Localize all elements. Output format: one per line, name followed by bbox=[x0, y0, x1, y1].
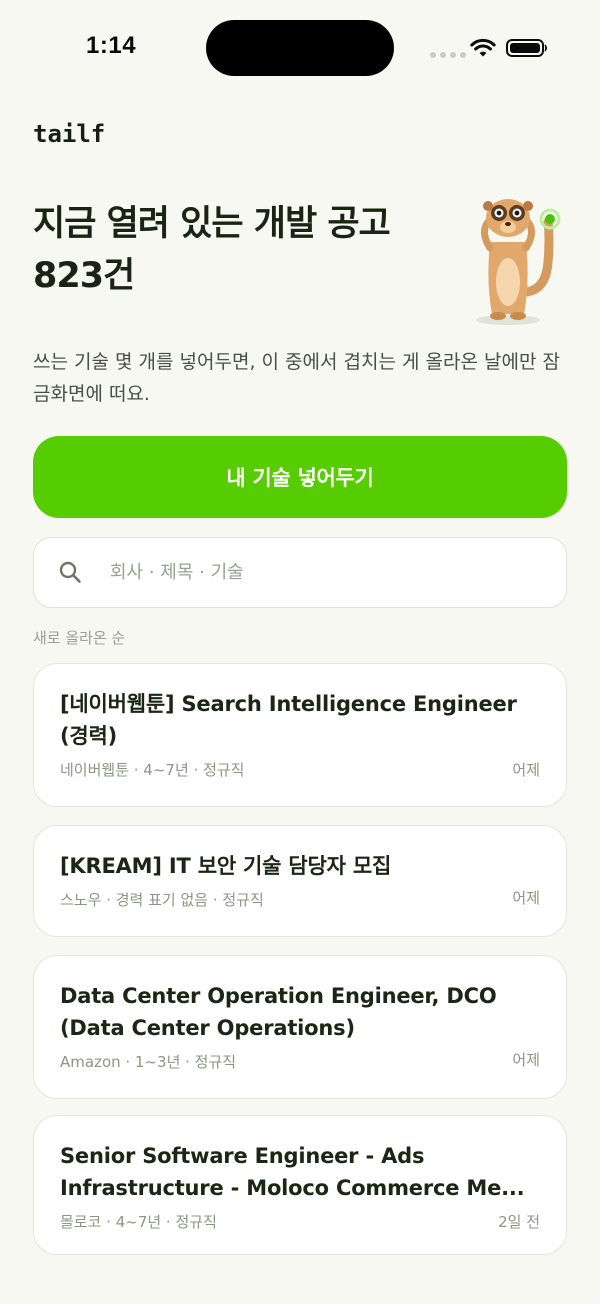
dynamic-island bbox=[206, 20, 394, 76]
hero-description: 쓰는 기술 몇 개를 넣어두면, 이 중에서 겹치는 게 올라온 날에만 잠금화… bbox=[33, 351, 560, 405]
add-my-skills-button[interactable]: 내 기술 넣어두기 bbox=[33, 436, 567, 518]
job-card[interactable]: Data Center Operation Engineer, DCO (Dat… bbox=[33, 955, 567, 1099]
status-bar: 1:14 bbox=[0, 0, 600, 96]
sort-order-label[interactable]: 새로 올라온 순 bbox=[33, 627, 125, 648]
job-title: [네이버웹툰] Search Intelligence Engineer (경력… bbox=[60, 692, 517, 748]
meerkat-mascot-icon bbox=[476, 199, 561, 325]
job-card[interactable]: Senior Software Engineer - Ads Infrastru… bbox=[33, 1115, 567, 1255]
job-meta: 네이버웹툰 · 4~7년 · 정규직 bbox=[60, 761, 245, 779]
job-meta: Amazon · 1~3년 · 정규직 bbox=[60, 1053, 237, 1071]
app-logo[interactable]: tailf bbox=[33, 120, 105, 148]
job-count: 823건 bbox=[33, 256, 135, 296]
job-posted-date: 2일 전 bbox=[498, 1213, 540, 1231]
wifi-icon bbox=[470, 38, 496, 57]
job-meta: 몰로코 · 4~7년 · 정규직 bbox=[60, 1213, 217, 1231]
job-meta: 스노우 · 경력 표기 없음 · 정규직 bbox=[60, 891, 264, 909]
page-title: 지금 열려 있는 개발 공고 823건 bbox=[33, 198, 453, 302]
job-title: Senior Software Engineer - Ads Infrastru… bbox=[60, 1144, 525, 1200]
job-title: Data Center Operation Engineer, DCO (Dat… bbox=[60, 984, 497, 1040]
search-box[interactable] bbox=[33, 537, 567, 608]
headline-text: 지금 열려 있는 개발 공고 bbox=[33, 204, 391, 244]
status-time: 1:14 bbox=[86, 32, 137, 59]
cellular-signal-icon bbox=[430, 52, 466, 58]
job-posted-date: 어제 bbox=[512, 761, 540, 779]
job-card[interactable]: [KREAM] IT 보안 기술 담당자 모집 스노우 · 경력 표기 없음 ·… bbox=[33, 825, 567, 937]
search-icon bbox=[59, 561, 81, 583]
job-posted-date: 어제 bbox=[512, 1051, 540, 1069]
battery-icon bbox=[506, 39, 547, 57]
job-title: [KREAM] IT 보안 기술 담당자 모집 bbox=[60, 854, 392, 878]
job-card[interactable]: [네이버웹툰] Search Intelligence Engineer (경력… bbox=[33, 663, 567, 807]
search-input[interactable] bbox=[110, 538, 540, 607]
job-posted-date: 어제 bbox=[512, 889, 540, 907]
